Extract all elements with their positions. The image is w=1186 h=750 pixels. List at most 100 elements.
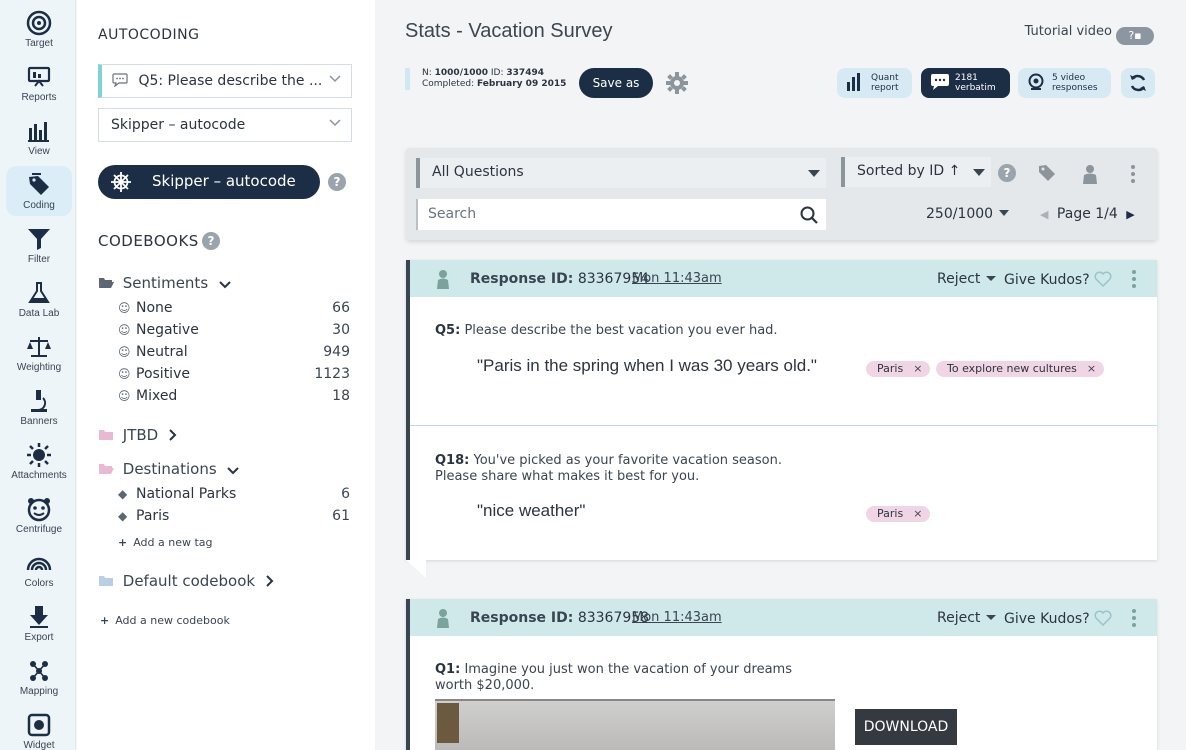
- tag-none[interactable]: ☺ None 66: [118, 300, 350, 316]
- rail-colors[interactable]: Colors: [6, 544, 72, 594]
- tag-icon[interactable]: [1038, 164, 1056, 182]
- rail-label: Centrifuge: [15, 524, 63, 535]
- rail-attachments[interactable]: Attachments: [6, 436, 72, 486]
- rail-label: Colors: [24, 578, 54, 589]
- remove-chip-icon[interactable]: ×: [913, 507, 922, 520]
- photo-frame: [437, 703, 459, 743]
- reject-dropdown[interactable]: Reject: [937, 271, 997, 287]
- skipper-button-label: Skipper – autocode: [152, 172, 296, 190]
- more-vertical-icon[interactable]: [1131, 608, 1137, 628]
- questions-select-value: All Questions: [432, 164, 524, 180]
- help-icon[interactable]: ?: [998, 164, 1016, 182]
- response-time-link[interactable]: Mon 11:43am: [632, 271, 722, 286]
- codebooks-title-text: CODEBOOKS: [98, 232, 199, 250]
- tutorial-video-link[interactable]: Tutorial video ?▪: [1025, 24, 1154, 45]
- icon-rail: Target Reports View Coding Filter Data L…: [0, 0, 76, 750]
- folder-icon: [99, 430, 113, 440]
- rainbow-icon: [26, 557, 52, 571]
- smiley-icon: ☺: [118, 301, 131, 315]
- smiley-icon: ☺: [118, 323, 131, 337]
- rail-reports[interactable]: Reports: [6, 58, 72, 108]
- refresh-button[interactable]: [1121, 68, 1155, 98]
- next-page-icon[interactable]: ▶: [1126, 208, 1134, 221]
- rail-weighting[interactable]: Weighting: [6, 328, 72, 378]
- rail-label: Filter: [27, 254, 51, 265]
- rail-target[interactable]: Target: [6, 4, 72, 54]
- caret-down-icon: [808, 170, 820, 177]
- card-notch: [406, 560, 426, 578]
- help-icon[interactable]: ?: [202, 232, 220, 250]
- answer-quote: "Paris in the spring when I was 30 years…: [477, 356, 817, 375]
- tag-label: National Parks: [136, 486, 237, 502]
- video-line1: 5 video: [1052, 73, 1086, 83]
- code-chip[interactable]: To explore new cultures ×: [936, 361, 1105, 377]
- plus-icon: +: [118, 536, 128, 549]
- sort-select[interactable]: Sorted by ID ↑: [841, 157, 991, 187]
- give-kudos-button[interactable]: Give Kudos?: [1004, 610, 1112, 627]
- tag-count: 949: [323, 344, 350, 360]
- search-input[interactable]: Search: [416, 199, 826, 230]
- rail-filter[interactable]: Filter: [6, 220, 72, 270]
- target-icon: [26, 10, 52, 36]
- person-icon[interactable]: [1082, 164, 1098, 184]
- response-card: Response ID: 83367954 Mon 11:43am Reject…: [406, 260, 1157, 560]
- code-chip[interactable]: Paris ×: [866, 361, 931, 377]
- answer-quote: "nice weather": [477, 501, 586, 520]
- codebook-destinations[interactable]: Destinations: [98, 460, 243, 478]
- tag-negative[interactable]: ☺ Negative 30: [118, 322, 350, 338]
- save-as-button[interactable]: Save as: [579, 68, 653, 98]
- codebook-jtbd[interactable]: JTBD: [98, 426, 181, 444]
- rail-view[interactable]: View: [6, 112, 72, 162]
- codebooks-title: CODEBOOKS: [98, 232, 199, 250]
- caret-down-icon: [986, 615, 997, 620]
- tutorial-label: Tutorial video: [1024, 24, 1112, 39]
- tag-national-parks[interactable]: ◆ National Parks 6: [118, 486, 350, 502]
- download-button[interactable]: DOWNLOAD: [855, 709, 957, 745]
- question-number: Q18:: [435, 453, 470, 468]
- rail-centrifuge[interactable]: Centrifuge: [6, 490, 72, 540]
- video-responses-button[interactable]: 5 video responses: [1018, 68, 1111, 98]
- person-icon: [437, 609, 449, 628]
- skipper-autocode-button[interactable]: Skipper – autocode: [98, 165, 320, 199]
- prev-page-icon[interactable]: ◀: [1040, 208, 1048, 221]
- quant-report-button[interactable]: Quant report: [837, 68, 912, 98]
- tag-paris[interactable]: ◆ Paris 61: [118, 508, 350, 524]
- rail-banners[interactable]: Banners: [6, 382, 72, 432]
- rail-data-lab[interactable]: Data Lab: [6, 274, 72, 324]
- remove-chip-icon[interactable]: ×: [1087, 362, 1096, 375]
- question-select[interactable]: Q5: Please describe the ...: [98, 64, 352, 98]
- more-vertical-icon[interactable]: [1131, 269, 1137, 289]
- tag-mixed[interactable]: ☺ Mixed 18: [118, 388, 350, 404]
- rail-coding[interactable]: Coding: [6, 166, 72, 216]
- codebook-label: Destinations: [122, 460, 217, 478]
- verbatim-button[interactable]: 2181 verbatim: [921, 68, 1010, 98]
- codebook-label: Default codebook: [122, 572, 256, 590]
- codebook-sentiments[interactable]: Sentiments: [98, 274, 235, 292]
- tag-positive[interactable]: ☺ Positive 1123: [118, 366, 350, 382]
- rail-label: Banners: [20, 416, 58, 427]
- gear-icon[interactable]: [666, 72, 688, 94]
- questions-select[interactable]: All Questions: [416, 158, 826, 188]
- rail-mapping[interactable]: Mapping: [6, 652, 72, 702]
- give-kudos-button[interactable]: Give Kudos?: [1004, 271, 1112, 288]
- main-area: Stats - Vacation Survey Tutorial video ?▪…: [376, 0, 1186, 750]
- flask-icon: [28, 282, 50, 303]
- help-icon[interactable]: ?: [328, 173, 346, 191]
- remove-chip-icon[interactable]: ×: [913, 362, 922, 375]
- more-vertical-icon[interactable]: [1130, 164, 1136, 184]
- autocode-select[interactable]: Skipper – autocode: [98, 108, 352, 142]
- tag-count: 30: [332, 322, 350, 338]
- reject-dropdown[interactable]: Reject: [937, 610, 997, 626]
- results-count-select[interactable]: 250/1000: [926, 206, 1010, 222]
- code-chip[interactable]: Paris ×: [866, 506, 931, 522]
- response-time-link[interactable]: Mon 11:43am: [632, 610, 722, 625]
- export-icon: [30, 606, 48, 628]
- rail-widget[interactable]: Widget: [6, 706, 72, 750]
- add-tag-button[interactable]: + Add a new tag: [118, 536, 213, 549]
- bar-chart-icon: [847, 73, 860, 91]
- codebook-default[interactable]: Default codebook: [98, 572, 278, 590]
- rail-export[interactable]: Export: [6, 598, 72, 648]
- smiley-icon: ☺: [118, 367, 131, 381]
- tag-neutral[interactable]: ☺ Neutral 949: [118, 344, 350, 360]
- add-codebook-button[interactable]: + Add a new codebook: [100, 614, 230, 627]
